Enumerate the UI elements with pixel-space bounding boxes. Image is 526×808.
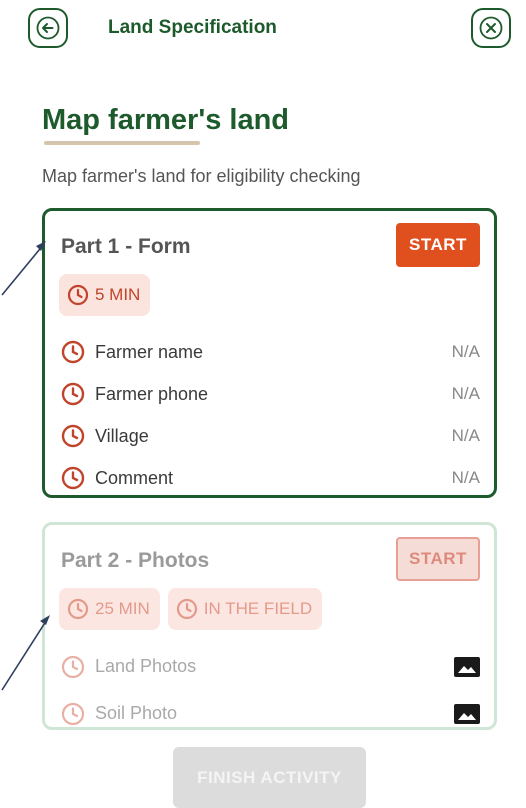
part-2-start-button[interactable]: START	[396, 537, 480, 581]
list-item[interactable]: Soil Photo	[61, 690, 480, 737]
location-text: IN THE FIELD	[203, 599, 313, 618]
page-subtitle: Map farmer's land for eligibility checki…	[42, 166, 361, 186]
top-bar: Land Specification	[0, 0, 526, 60]
part-1-badges: 5 MIN	[59, 274, 151, 316]
list-item[interactable]: Farmer name N/A	[61, 331, 480, 373]
duration-text: 5 MIN	[95, 285, 141, 304]
back-button[interactable]	[28, 8, 68, 48]
image-icon	[454, 656, 480, 677]
part-1-title: Part 1 - Form	[61, 235, 191, 258]
clock-icon	[67, 598, 89, 620]
part-1-start-button[interactable]: START	[396, 223, 480, 267]
clock-icon	[176, 598, 197, 620]
list-item[interactable]: Farmer phone N/A	[61, 373, 480, 415]
list-item[interactable]: Village N/A	[61, 415, 480, 457]
part-2-items: Land Photos Soil Photo	[61, 643, 480, 737]
page-title: Map farmer's land	[42, 104, 290, 136]
list-item[interactable]: Land Photos	[61, 643, 480, 690]
clock-icon	[67, 284, 89, 306]
part-2-title: Part 2 - Photos	[61, 549, 210, 572]
item-value: N/A	[451, 342, 480, 361]
clock-icon	[61, 466, 85, 490]
duration-badge: 5 MIN	[59, 274, 151, 316]
clock-icon	[61, 655, 85, 678]
item-label: Land Photos	[95, 656, 197, 676]
duration-text: 25 MIN	[95, 599, 150, 618]
item-label: Soil Photo	[95, 703, 178, 723]
part-1-card: Part 1 - Form START 5 MIN Farmer name N/…	[42, 208, 497, 498]
item-label: Farmer name	[95, 341, 204, 362]
close-icon	[479, 16, 503, 40]
part-2-badges: 25 MIN IN THE FIELD	[59, 588, 323, 630]
item-label: Comment	[95, 467, 174, 488]
item-label: Farmer phone	[95, 383, 209, 404]
clock-icon	[61, 702, 85, 725]
clock-icon	[61, 424, 85, 448]
image-icon	[454, 703, 480, 724]
item-value: N/A	[451, 468, 480, 487]
header-title: Land Specification	[108, 17, 277, 38]
item-value: N/A	[451, 384, 480, 403]
part-1-items: Farmer name N/A Farmer phone N/A Village…	[61, 331, 480, 499]
item-label: Village	[95, 425, 149, 446]
location-badge: IN THE FIELD	[167, 588, 323, 630]
item-value: N/A	[451, 426, 480, 445]
annotation-arrow	[1, 615, 50, 691]
list-item[interactable]: Comment N/A	[61, 457, 480, 499]
clock-icon	[61, 382, 85, 406]
part-2-card: Part 2 - Photos START 25 MIN IN THE FIEL…	[42, 522, 497, 730]
finish-activity-button[interactable]: FINISH ACTIVITY	[173, 747, 366, 808]
arrow-left-icon	[36, 16, 60, 40]
annotation-arrow	[1, 241, 46, 296]
duration-badge: 25 MIN	[59, 588, 160, 630]
close-button[interactable]	[471, 8, 511, 48]
clock-icon	[61, 340, 85, 364]
title-underline	[44, 141, 200, 145]
